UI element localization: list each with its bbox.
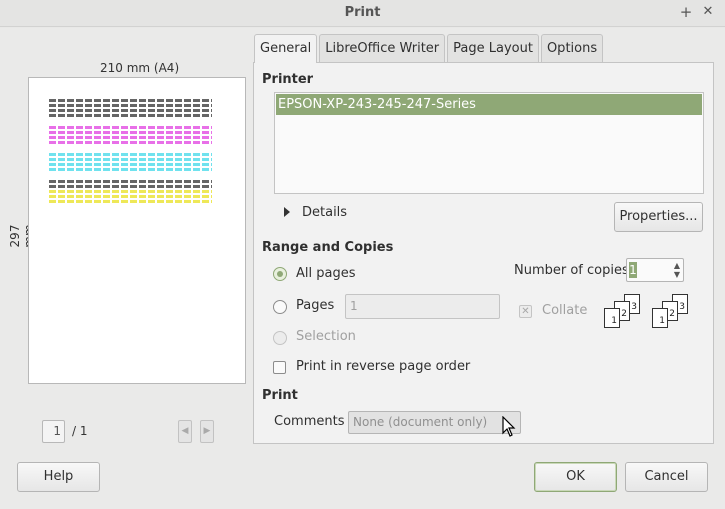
range-copies-section-title: Range and Copies: [262, 240, 394, 255]
help-button[interactable]: Help: [17, 462, 100, 492]
printer-list[interactable]: EPSON-XP-243-245-247-Series: [274, 92, 704, 194]
selection-radio[interactable]: [273, 331, 287, 345]
cancel-button[interactable]: Cancel: [625, 462, 708, 492]
comments-label: Comments: [274, 414, 345, 429]
collate-pages-icon: 3 2 1: [604, 294, 644, 330]
reverse-order-checkbox[interactable]: [273, 361, 286, 374]
maximize-icon[interactable]: +: [678, 4, 694, 20]
ok-button[interactable]: OK: [534, 462, 617, 492]
mouse-cursor-icon: [502, 416, 516, 437]
prev-page-button[interactable]: ◀: [178, 420, 192, 443]
paper-width-label: 210 mm (A4): [100, 61, 180, 75]
reverse-order-label: Print in reverse page order: [296, 359, 471, 374]
expand-triangle-icon: [284, 207, 290, 217]
pages-radio[interactable]: [273, 300, 287, 314]
tab-general[interactable]: General: [254, 34, 318, 63]
printer-section-title: Printer: [262, 72, 314, 87]
uncollated-pages-icon: 3 2 1: [652, 294, 692, 330]
tab-page-layout[interactable]: Page Layout: [447, 34, 539, 62]
tab-libreoffice-writer[interactable]: LibreOffice Writer: [319, 34, 446, 62]
tab-bar: General LibreOffice Writer Page Layout O…: [254, 34, 605, 63]
window-title: Print: [344, 5, 381, 20]
comments-dropdown[interactable]: None (document only): [348, 411, 521, 434]
pages-label: Pages: [296, 298, 335, 313]
copies-value[interactable]: 1: [629, 262, 637, 278]
collate-label: Collate: [542, 303, 588, 318]
close-icon[interactable]: ✕: [700, 4, 716, 20]
pages-range-input[interactable]: 1: [345, 294, 500, 319]
all-pages-label: All pages: [296, 266, 356, 281]
tab-options[interactable]: Options: [540, 34, 604, 62]
current-page-field[interactable]: 1: [42, 420, 65, 443]
details-expander[interactable]: Details: [284, 205, 347, 220]
print-preview-page: [28, 77, 246, 384]
copies-spinner[interactable]: 1 ▲ ▼: [626, 258, 684, 282]
total-pages-label: / 1: [72, 424, 88, 438]
all-pages-radio[interactable]: [273, 267, 287, 281]
properties-button[interactable]: Properties...: [614, 202, 703, 232]
next-page-button[interactable]: ▶: [200, 420, 214, 443]
printer-list-item[interactable]: EPSON-XP-243-245-247-Series: [276, 94, 702, 115]
details-label: Details: [302, 205, 348, 220]
spinner-arrows-icon[interactable]: ▲ ▼: [674, 261, 680, 279]
print-section-title: Print: [262, 388, 298, 403]
title-bar: Print + ✕: [0, 0, 725, 27]
collate-checkbox[interactable]: ✕: [519, 305, 532, 318]
selection-label: Selection: [296, 329, 356, 344]
copies-label: Number of copies: [514, 263, 629, 278]
preview-text-lines: [49, 99, 212, 205]
